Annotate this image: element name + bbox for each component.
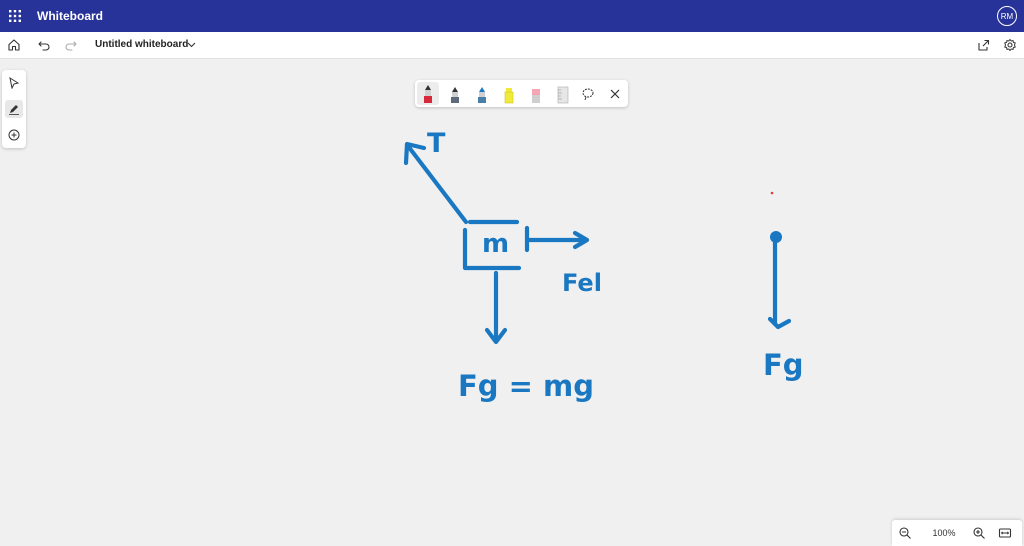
gravity-arrow xyxy=(484,270,508,345)
blue-pen-tool[interactable] xyxy=(471,82,493,105)
redo-icon[interactable] xyxy=(64,38,78,52)
highlighter-tool[interactable] xyxy=(498,82,520,105)
ruler-icon xyxy=(557,86,569,104)
whiteboard-canvas[interactable]: T m Fel Fg = mg Fg xyxy=(0,59,1024,546)
app-title: Whiteboard xyxy=(37,9,103,23)
home-icon[interactable] xyxy=(7,38,21,52)
mass-label: m xyxy=(482,229,509,259)
point-gravity-label: Fg xyxy=(763,348,804,382)
stray-ink-dot xyxy=(770,191,774,195)
eraser-tool[interactable] xyxy=(525,82,547,105)
undo-icon[interactable] xyxy=(37,38,51,52)
gray-pen-tool[interactable] xyxy=(444,82,466,105)
close-icon xyxy=(610,89,620,99)
settings-gear-icon[interactable] xyxy=(1003,38,1017,52)
app-launcher-icon[interactable] xyxy=(9,10,21,22)
fit-to-screen-icon[interactable] xyxy=(998,526,1012,540)
gray-pen-icon xyxy=(451,87,459,103)
zoom-level[interactable]: 100% xyxy=(929,528,959,538)
tension-label: T xyxy=(427,128,446,159)
elastic-force-arrow xyxy=(524,225,590,253)
command-bar: Untitled whiteboard xyxy=(0,32,1024,59)
zoom-in-icon[interactable] xyxy=(972,526,986,540)
lasso-icon xyxy=(582,88,594,101)
title-bar: Whiteboard RM xyxy=(0,0,1024,32)
point-mass-gravity-arrow xyxy=(767,231,792,330)
blue-pen-icon xyxy=(478,87,486,103)
user-avatar[interactable]: RM xyxy=(997,6,1017,26)
zoom-controls: 100% xyxy=(892,520,1022,546)
pen-toolbar xyxy=(415,80,628,107)
ruler-tool[interactable] xyxy=(552,82,574,105)
share-icon[interactable] xyxy=(976,38,990,52)
elastic-force-label: Fel xyxy=(562,269,602,297)
chevron-down-icon[interactable] xyxy=(186,39,197,50)
zoom-out-icon[interactable] xyxy=(898,526,912,540)
document-title[interactable]: Untitled whiteboard xyxy=(95,39,188,50)
gravity-equation-label: Fg = mg xyxy=(458,369,594,403)
lasso-select-tool[interactable] xyxy=(577,82,599,105)
red-pen-tool[interactable] xyxy=(417,82,439,105)
highlighter-icon xyxy=(504,88,514,104)
red-pen-icon xyxy=(424,85,432,103)
close-toolbar-button[interactable] xyxy=(604,82,626,105)
eraser-icon xyxy=(532,89,540,103)
